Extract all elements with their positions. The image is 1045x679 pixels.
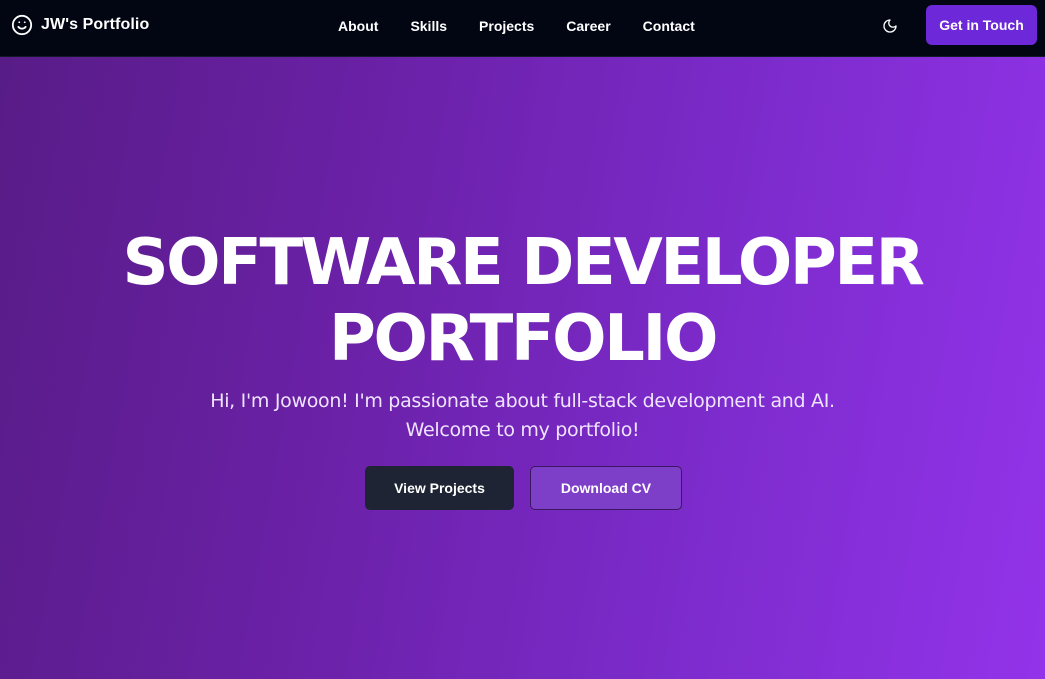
view-projects-button[interactable]: View Projects [365,466,514,510]
hero-section: SOFTWARE DEVELOPER PORTFOLIO Hi, I'm Jow… [0,57,1045,679]
nav-link-about[interactable]: About [322,18,394,34]
moon-icon [883,19,897,33]
get-in-touch-button[interactable]: Get in Touch [926,5,1037,45]
brand-label: JW's Portfolio [41,16,150,33]
main-nav: About Skills Projects Career Contact [322,0,711,51]
hero-title-line-2: PORTFOLIO [329,302,718,376]
brand-link[interactable]: JW's Portfolio [11,13,149,37]
navbar: JW's Portfolio About Skills Projects Car… [0,0,1045,57]
theme-toggle-button[interactable] [878,14,902,38]
hero-subtitle: Hi, I'm Jowoon! I'm passionate about ful… [210,390,835,441]
nav-link-projects[interactable]: Projects [463,18,550,34]
download-cv-button[interactable]: Download CV [530,466,682,510]
smiley-face-icon [11,14,33,36]
hero-title-line-1: SOFTWARE DEVELOPER [122,226,925,300]
hero-title: SOFTWARE DEVELOPER PORTFOLIO [0,225,1045,377]
nav-link-skills[interactable]: Skills [394,18,463,34]
nav-link-career[interactable]: Career [550,18,626,34]
nav-link-contact[interactable]: Contact [627,18,711,34]
